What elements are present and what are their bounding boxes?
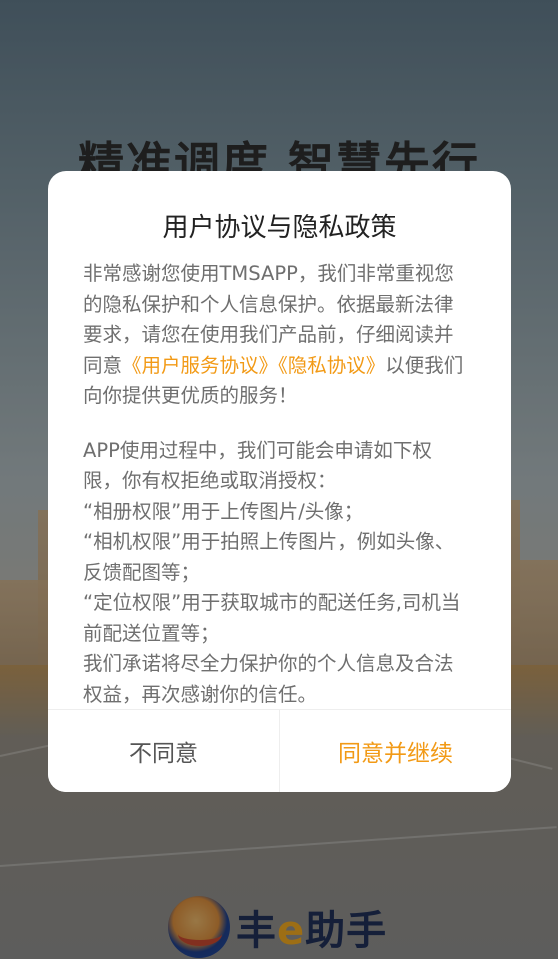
dialog-title: 用户协议与隐私政策	[162, 213, 397, 243]
privacy-agreement-dialog: 用户协议与隐私政策 非常感谢您使用TMSAPP，我们非常重视您的隐私保护和个人信…	[48, 171, 511, 792]
dialog-actions: 不同意 同意并继续	[48, 709, 511, 792]
agree-continue-button[interactable]: 同意并继续	[280, 710, 511, 792]
commitment-text: 我们承诺将尽全力保护你的个人信息及合法权益，再次感谢你的信任。	[83, 652, 454, 705]
camera-permission-text: “相机权限”用于拍照上传图片，例如头像、反馈配图等；	[83, 530, 455, 584]
location-permission-text: “定位权限”用于获取城市的配送任务,司机当前配送位置等；	[83, 591, 461, 645]
disagree-button[interactable]: 不同意	[48, 710, 280, 792]
intro-paragraph: 非常感谢您使用TMSAPP，我们非常重视您的隐私保护和个人信息保护。依据最新法律…	[83, 259, 469, 412]
user-agreement-link[interactable]: 《用户服务协议》	[122, 354, 278, 377]
privacy-policy-link[interactable]: 《隐私协议》	[278, 354, 385, 377]
permissions-paragraph: APP使用过程中，我们可能会申请如下权限，你有权拒绝或取消授权： “相册权限”用…	[83, 436, 469, 706]
album-permission-text: “相册权限”用于上传图片/头像；	[83, 499, 364, 523]
dialog-content[interactable]: 非常感谢您使用TMSAPP，我们非常重视您的隐私保护和个人信息保护。依据最新法律…	[83, 259, 469, 705]
permissions-intro: APP使用过程中，我们可能会申请如下权限，你有权拒绝或取消授权：	[83, 438, 432, 493]
